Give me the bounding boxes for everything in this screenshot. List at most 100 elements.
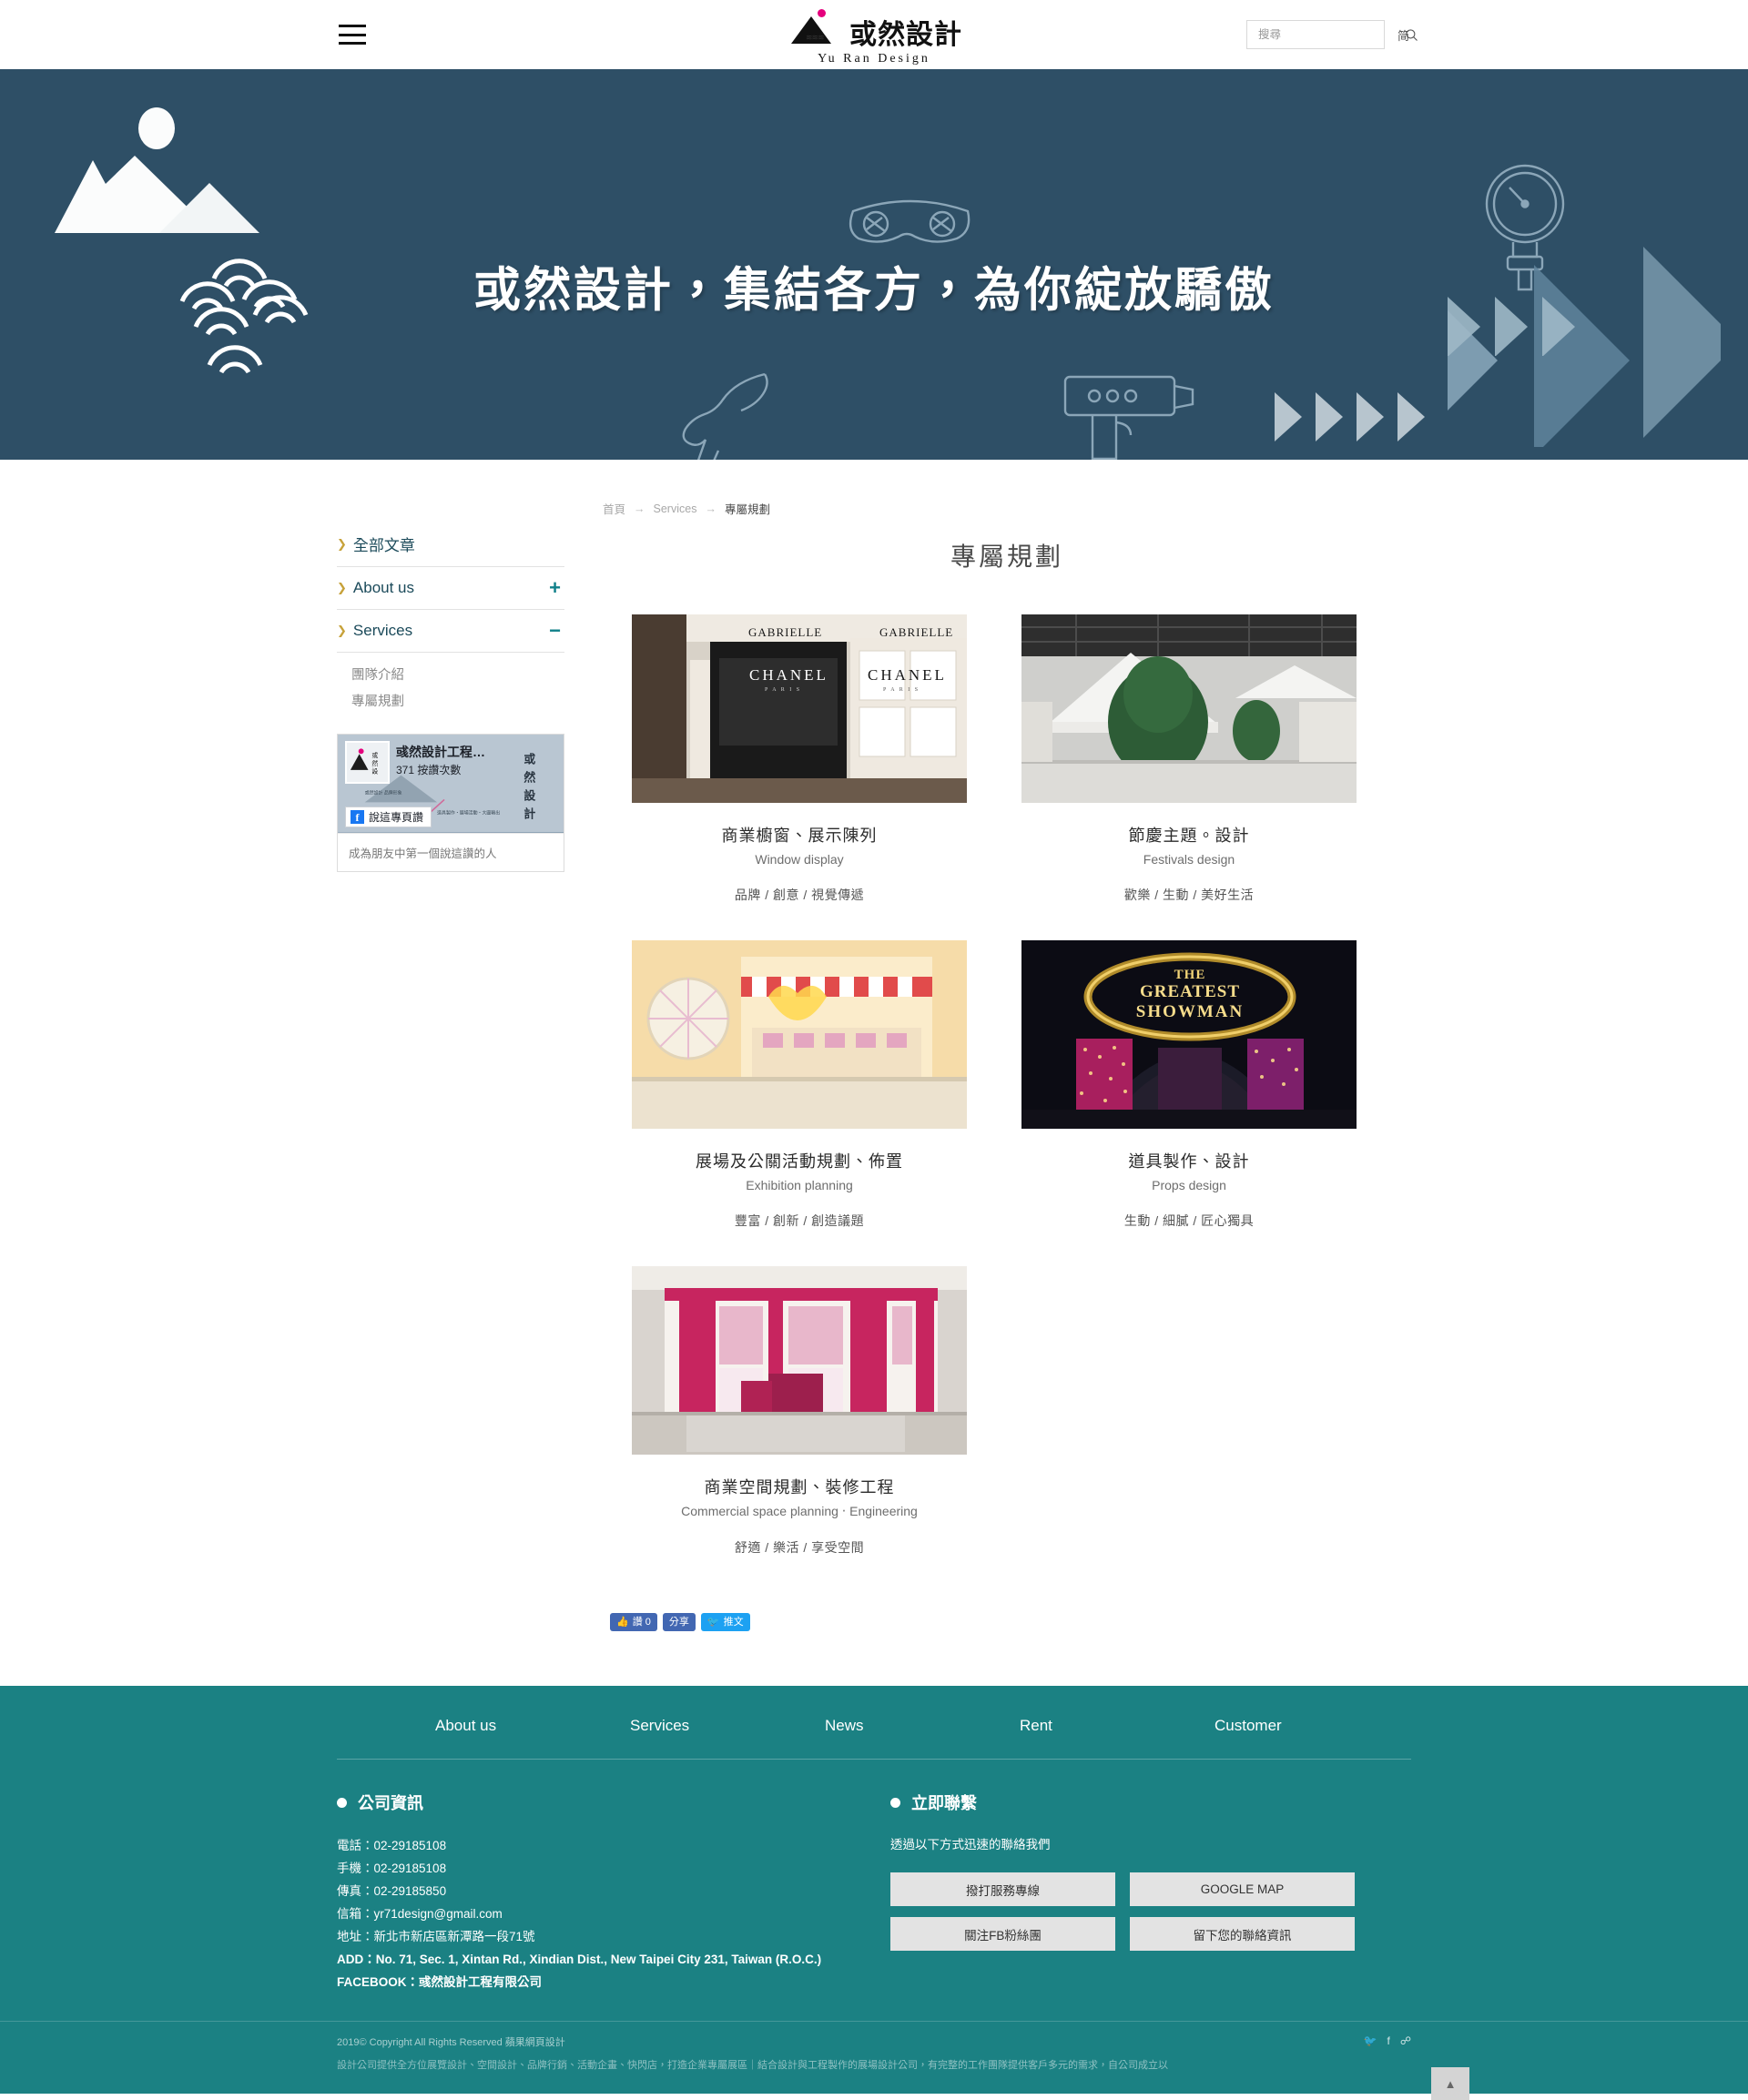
facebook-f-icon: f [351, 810, 364, 824]
service-card[interactable]: THE GREATEST SHOWMAN 道具製作、設計 Props desig… [1021, 940, 1357, 1230]
service-card[interactable]: 節慶主題。設計 Festivals design 歡樂 / 生動 / 美好生活 [1021, 614, 1357, 904]
twitter-share-button[interactable]: 🐦 推文 [700, 1613, 750, 1631]
search-input[interactable] [1257, 28, 1405, 41]
collapse-minus-icon[interactable]: − [549, 621, 561, 641]
facebook-like-count: 371 按讚次數 [396, 764, 462, 776]
footer-nav-about-us[interactable]: About us [435, 1717, 630, 1735]
pink-retail-booth-photo[interactable] [632, 1266, 967, 1455]
christmas-mall-decoration-photo[interactable] [1021, 614, 1357, 803]
service-card[interactable]: 商業空間規劃、裝修工程 Commercial space planning ‧ … [632, 1266, 967, 1557]
sidebar-item-about-us[interactable]: ❯ About us + [337, 567, 564, 610]
sidebar-item-label-wrap: ❯ Services [337, 622, 412, 640]
svg-text:或: 或 [371, 751, 378, 759]
logo-chinese-text: 或然設計 [849, 19, 962, 51]
card-image-5 [632, 1266, 967, 1455]
facebook-icon[interactable]: f [1387, 2034, 1390, 2047]
facebook-page-widget[interactable]: 或然設計 品牌形象 道具製作・展場活動・大圖輸出 或 然 設 計 或 然 設 彧… [337, 734, 564, 872]
facebook-like-button[interactable]: f 說這專頁讚 [345, 807, 432, 827]
leave-contact-info-button[interactable]: 留下您的聯絡資訊 [1130, 1917, 1355, 1951]
top-header-bar: ≋≋≋ 或然設計 Yu Ran Design 简 [0, 0, 1748, 69]
svg-text:或然設計 品牌形象: 或然設計 品牌形象 [365, 789, 402, 796]
twitter-bird-icon: 🐦 [706, 1616, 720, 1628]
company-address-en: ADD：No. 71, Sec. 1, Xintan Rd., Xindian … [337, 1953, 822, 1966]
company-info-column: 公司資訊 電話：02-29185108 手機：02-29185108 傳真：02… [337, 1791, 865, 1993]
card-title-cn: 展場及公關活動規劃、佈置 [696, 1152, 903, 1171]
hamburger-line [339, 42, 366, 45]
sidebar-subitem-team[interactable]: 團隊介紹 [351, 661, 564, 687]
footer-nav-rent[interactable]: Rent [1020, 1717, 1214, 1735]
back-to-top-button[interactable]: ▲ [1431, 2067, 1469, 2100]
chevron-right-icon: ❯ [337, 536, 347, 551]
card-tags: 品牌 / 創意 / 視覺傳遞 [734, 888, 865, 902]
contact-button-grid: 撥打服務專線 GOOGLE MAP 關注FB粉絲團 留下您的聯絡資訊 [890, 1872, 1355, 1951]
service-card[interactable]: 展場及公關活動規劃、佈置 Exhibition planning 豐富 / 創新… [632, 940, 967, 1230]
svg-text:SHOWMAN: SHOWMAN [1136, 1002, 1245, 1021]
facebook-like-button-label: 說這專頁讚 [369, 811, 424, 824]
sidebar-item-services[interactable]: ❯ Services − [337, 610, 564, 653]
footer-nav-customer[interactable]: Customer [1214, 1717, 1409, 1735]
svg-text:P A R I S: P A R I S [765, 687, 801, 693]
card-image-1: GABRIELLE GABRIELLE CHANEL CHANEL P A R … [632, 614, 967, 803]
svg-text:GREATEST: GREATEST [1140, 982, 1240, 1001]
thumbs-up-icon: 👍 [616, 1616, 629, 1628]
service-card[interactable]: GABRIELLE GABRIELLE CHANEL CHANEL P A R … [632, 614, 967, 904]
sidebar-subitems: 團隊介紹 專屬規劃 [337, 653, 564, 714]
facebook-like-share-button[interactable]: 👍 讚 0 [610, 1613, 657, 1631]
facebook-cover-photo: 或然設計 品牌形象 道具製作・展場活動・大圖輸出 或 然 設 計 或 然 設 彧… [338, 735, 564, 833]
contact-subtitle: 透過以下方式迅速的聯絡我們 [890, 1838, 1051, 1851]
rss-icon[interactable]: ☍ [1400, 2034, 1411, 2047]
footer-columns: 公司資訊 電話：02-29185108 手機：02-29185108 傳真：02… [337, 1760, 1411, 2021]
twitter-icon[interactable]: 🐦 [1364, 2034, 1377, 2047]
google-map-button[interactable]: GOOGLE MAP [1130, 1872, 1355, 1906]
page-title: 專屬規劃 [950, 543, 1063, 571]
footer-nav-news[interactable]: News [825, 1717, 1020, 1735]
language-toggle[interactable]: 简 [1397, 26, 1409, 44]
breadcrumb-arrow-icon: → [634, 502, 645, 515]
svg-text:設: 設 [523, 788, 535, 802]
chevron-right-icon: ❯ [337, 581, 347, 594]
copyright-inner: 2019© Copyright All Rights Reserved 蘋果網頁… [337, 2034, 1469, 2100]
svg-text:GABRIELLE: GABRIELLE [748, 625, 822, 639]
goggles-icon [849, 199, 971, 243]
svg-text:然: 然 [523, 771, 535, 785]
card-tags: 舒適 / 樂活 / 享受空間 [734, 1540, 865, 1555]
mountain-logo-icon: ≋≋≋ [786, 7, 846, 49]
svg-text:然: 然 [371, 758, 378, 766]
hamburger-menu-icon[interactable] [339, 25, 366, 45]
hamburger-line [339, 33, 366, 36]
card-title-en: Exhibition planning [746, 1178, 853, 1192]
breadcrumb: 首頁 → Services → 專屬規劃 [603, 496, 1411, 517]
footer-nav-services[interactable]: Services [630, 1717, 825, 1735]
chanel-window-display-photo[interactable]: GABRIELLE GABRIELLE CHANEL CHANEL P A R … [632, 614, 967, 803]
site-logo[interactable]: ≋≋≋ 或然設計 Yu Ran Design [786, 7, 962, 66]
breadcrumb-services[interactable]: Services [654, 502, 697, 515]
follow-fb-page-button[interactable]: 關注FB粉絲團 [890, 1917, 1115, 1951]
card-image-2 [1021, 614, 1357, 803]
card-image-4: THE GREATEST SHOWMAN [1021, 940, 1357, 1129]
card-title-en: Props design [1152, 1178, 1226, 1192]
page-body: ❯ 全部文章 ❯ About us + ❯ Services − 團隊介紹 專屬… [0, 460, 1748, 1686]
card-title-cn: 道具製作、設計 [1128, 1152, 1250, 1171]
company-phone: 電話：02-29185108 [337, 1839, 447, 1852]
search-box[interactable] [1245, 20, 1418, 49]
company-facebook: FACEBOOK：彧然設計工程有限公司 [337, 1975, 543, 1989]
card-tags: 歡樂 / 生動 / 美好生活 [1123, 888, 1255, 902]
sidebar-item-all-articles[interactable]: ❯ 全部文章 [337, 522, 564, 567]
sidebar-subitem-exclusive-planning[interactable]: 專屬規劃 [351, 687, 564, 714]
copyright-bar: 2019© Copyright All Rights Reserved 蘋果網頁… [0, 2021, 1748, 2100]
call-service-line-button[interactable]: 撥打服務專線 [890, 1872, 1115, 1906]
greatest-showman-archway-photo[interactable]: THE GREATEST SHOWMAN [1021, 940, 1357, 1129]
svg-text:道具製作・展場活動・大圖輸出: 道具製作・展場活動・大圖輸出 [437, 809, 500, 816]
svg-text:設: 設 [371, 766, 378, 775]
breadcrumb-home[interactable]: 首頁 [603, 500, 625, 517]
logo-english-text: Yu Ran Design [818, 52, 930, 66]
facebook-share-button[interactable]: 分享 [662, 1613, 696, 1631]
svg-text:CHANEL: CHANEL [868, 666, 947, 684]
card-tags: 豐富 / 創新 / 創造議題 [734, 1213, 865, 1228]
hero-title: 或然設計，集結各方，為你綻放驕傲 [473, 263, 1275, 319]
card-title-cn: 商業櫥窗、展示陳列 [721, 827, 878, 845]
facebook-widget-footer: 成為朋友中第一個說這讚的人 [338, 833, 564, 871]
breadcrumb-arrow-icon: → [705, 502, 716, 515]
expand-plus-icon[interactable]: + [549, 578, 561, 598]
candy-booth-exhibition-photo[interactable] [632, 940, 967, 1129]
